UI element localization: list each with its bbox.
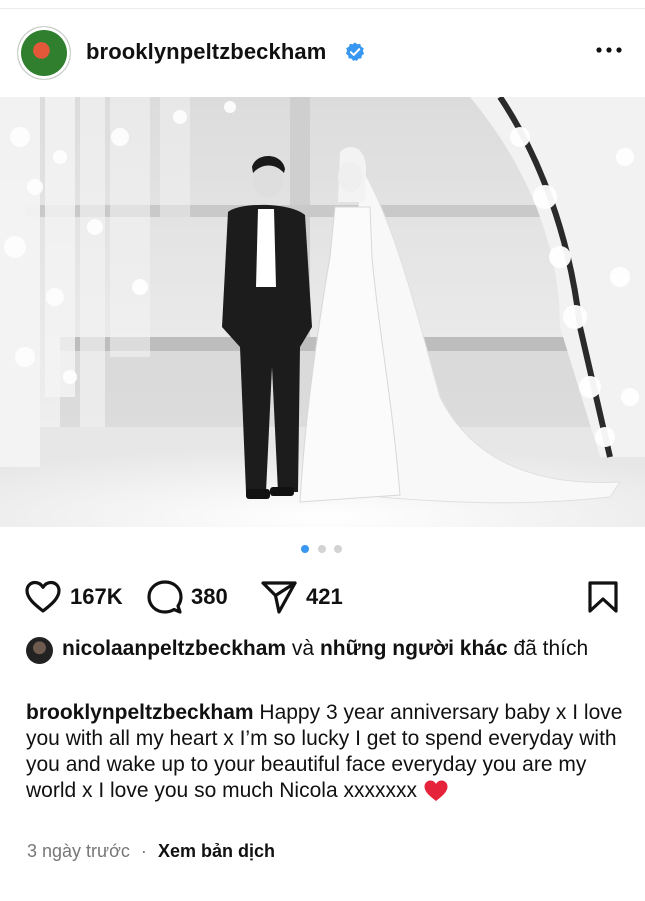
carousel-dot	[318, 545, 326, 553]
share-count[interactable]: 421	[306, 584, 343, 610]
liker-username[interactable]: nicolaanpeltzbeckham	[62, 637, 286, 660]
send-icon[interactable]	[260, 579, 298, 615]
liked-connector: và	[291, 637, 315, 660]
liked-by[interactable]: nicolaanpeltzbeckham và những người khác…	[26, 636, 626, 664]
top-divider	[0, 0, 645, 9]
share-action[interactable]: 421	[260, 579, 343, 615]
heart-icon[interactable]	[24, 580, 62, 614]
post-actions: 167K 380 421	[0, 575, 645, 619]
post-image[interactable]	[0, 97, 645, 527]
comment-count[interactable]: 380	[191, 584, 228, 610]
liked-suffix: đã thích	[513, 637, 589, 660]
comment-icon[interactable]	[147, 579, 183, 615]
verified-badge-icon	[345, 42, 365, 61]
meta-separator: ·	[140, 841, 147, 861]
liked-others[interactable]: những người khác	[320, 637, 508, 660]
caption-username[interactable]: brooklynpeltzbeckham	[26, 701, 254, 724]
bookmark-icon[interactable]	[587, 580, 619, 614]
post-time: 3 ngày trước	[27, 841, 130, 861]
like-action[interactable]: 167K	[24, 579, 123, 615]
post-meta: 3 ngày trước · Xem bản dịch	[27, 841, 275, 862]
post-header: brooklynpeltzbeckham	[0, 20, 645, 86]
comment-action[interactable]: 380	[147, 579, 228, 615]
liker-avatar[interactable]	[26, 637, 53, 664]
caption: brooklynpeltzbeckham Happy 3 year annive…	[26, 700, 626, 804]
carousel-dot	[334, 545, 342, 553]
avatar[interactable]	[17, 26, 71, 80]
wedding-photo-image	[0, 97, 645, 527]
more-horizontal-icon[interactable]	[595, 40, 623, 60]
carousel-indicator	[0, 545, 645, 557]
carousel-dot-active	[301, 545, 309, 553]
liked-by-text: nicolaanpeltzbeckham và những người khác…	[26, 636, 626, 662]
see-translation-link[interactable]: Xem bản dịch	[158, 841, 275, 861]
red-heart-icon	[424, 780, 448, 802]
post-username[interactable]: brooklynpeltzbeckham	[86, 39, 326, 65]
like-count[interactable]: 167K	[70, 584, 123, 610]
